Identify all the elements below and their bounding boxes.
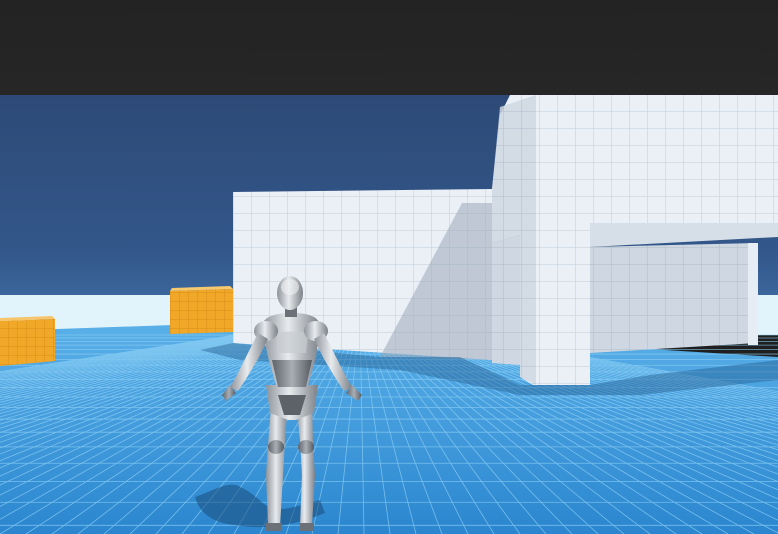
wall-block-far	[590, 243, 758, 353]
crate-center	[170, 286, 233, 334]
top-bar	[0, 0, 778, 96]
scene-canvas	[0, 95, 778, 534]
game-viewport[interactable]	[0, 95, 778, 534]
wall-pillar	[492, 235, 520, 365]
game-window	[0, 0, 778, 534]
crate-left	[0, 316, 55, 366]
